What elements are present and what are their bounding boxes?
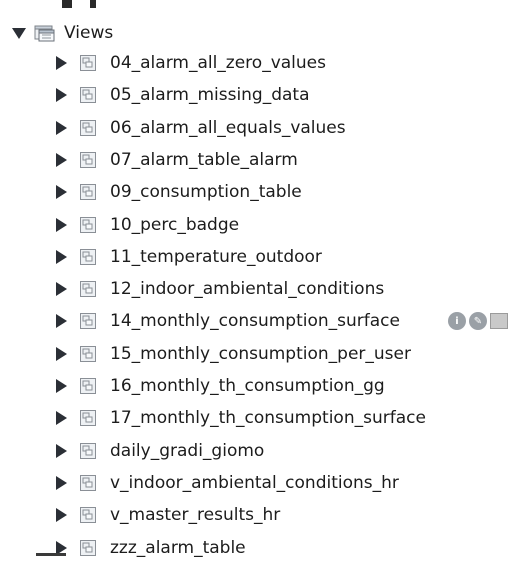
view-icon <box>80 345 96 362</box>
expand-arrow-icon[interactable] <box>52 248 70 266</box>
view-item-label: 14_monthly_consumption_surface <box>110 311 400 332</box>
view-tree-item[interactable]: 11_temperature_outdoor <box>52 242 322 272</box>
clipped-item-above <box>60 0 130 10</box>
expand-arrow-icon[interactable] <box>52 183 70 201</box>
table-icon[interactable] <box>490 313 508 329</box>
expand-arrow-icon[interactable] <box>52 377 70 395</box>
view-item-label: 15_monthly_consumption_per_user <box>110 343 411 364</box>
view-tree-item[interactable]: v_indoor_ambiental_conditions_hr <box>52 468 399 498</box>
expand-arrow-icon[interactable] <box>52 119 70 137</box>
view-item-label: zzz_alarm_table <box>110 537 246 558</box>
expand-arrow-icon[interactable] <box>52 409 70 427</box>
view-tree-item[interactable]: 16_monthly_th_consumption_gg <box>52 371 385 401</box>
view-icon <box>80 442 96 459</box>
view-tree-item[interactable]: 14_monthly_consumption_surface <box>52 306 400 336</box>
view-icon <box>80 87 96 104</box>
view-item-label: 12_indoor_ambiental_conditions <box>110 279 385 300</box>
info-icon[interactable]: i <box>448 312 466 330</box>
expand-arrow-icon[interactable] <box>52 506 70 524</box>
view-item-label: v_master_results_hr <box>110 505 281 526</box>
view-icon <box>80 410 96 427</box>
view-item-label: 04_alarm_all_zero_values <box>110 53 326 73</box>
view-tree-item[interactable]: 10_perc_badge <box>52 210 239 240</box>
view-icon <box>80 248 96 265</box>
view-tree-item[interactable]: 05_alarm_missing_data <box>52 80 310 110</box>
view-tree-item[interactable]: v_master_results_hr <box>52 500 280 530</box>
views-node-label: Views <box>64 23 114 43</box>
view-item-label: 05_alarm_missing_data <box>110 85 310 106</box>
view-icon <box>80 507 96 524</box>
view-icon <box>80 378 96 394</box>
expand-arrow-icon[interactable] <box>52 345 70 363</box>
view-item-label: 10_perc_badge <box>110 214 240 235</box>
expand-arrow-icon[interactable] <box>52 216 70 234</box>
view-icon <box>80 281 96 298</box>
view-tree-item[interactable]: daily_gradi_giomo <box>52 436 264 466</box>
wrench-icon[interactable]: ✎ <box>469 312 487 330</box>
expand-arrow-icon[interactable] <box>52 54 70 72</box>
view-icon <box>80 313 96 330</box>
views-folder-icon <box>34 23 56 43</box>
view-icon <box>80 55 96 71</box>
view-item-label: 16_monthly_th_consumption_gg <box>110 376 385 396</box>
view-icon <box>80 474 96 491</box>
view-tree-item[interactable]: 06_alarm_all_equals_values <box>52 113 346 143</box>
row-action-overlay: i ✎ <box>448 310 527 332</box>
expand-arrow-icon[interactable] <box>52 474 70 492</box>
view-item-label: 06_alarm_all_equals_values <box>110 117 346 138</box>
view-icon <box>80 539 96 556</box>
collapse-arrow-icon[interactable] <box>10 24 28 42</box>
expand-arrow-icon[interactable] <box>52 280 70 298</box>
view-icon <box>80 119 96 136</box>
view-tree-item[interactable]: 17_monthly_th_consumption_surface <box>52 403 426 433</box>
expand-arrow-icon[interactable] <box>52 442 70 460</box>
clipped-item-below <box>36 553 66 556</box>
view-tree-item[interactable]: 09_consumption_table <box>52 177 302 207</box>
view-tree-item[interactable]: 07_alarm_table_alarm <box>52 145 298 175</box>
view-item-label: v_indoor_ambiental_conditions_hr <box>110 472 399 493</box>
view-tree-item[interactable]: 12_indoor_ambiental_conditions <box>52 274 384 304</box>
view-item-label: daily_gradi_giomo <box>110 440 265 461</box>
view-icon <box>80 184 96 201</box>
expand-arrow-icon[interactable] <box>52 151 70 169</box>
view-item-label: 09_consumption_table <box>110 182 302 203</box>
view-tree-item[interactable]: zzz_alarm_table <box>52 533 246 563</box>
expand-arrow-icon[interactable] <box>52 312 70 330</box>
view-icon <box>80 216 96 233</box>
views-tree-node[interactable]: Views <box>10 18 113 48</box>
view-item-label: 07_alarm_table_alarm <box>110 149 298 170</box>
view-item-label: 11_temperature_outdoor <box>110 246 322 267</box>
view-tree-item[interactable]: 04_alarm_all_zero_values <box>52 48 326 78</box>
view-item-label: 17_monthly_th_consumption_surface <box>110 408 426 429</box>
expand-arrow-icon[interactable] <box>52 86 70 104</box>
view-tree-item[interactable]: 15_monthly_consumption_per_user <box>52 339 411 369</box>
view-icon <box>80 151 96 168</box>
